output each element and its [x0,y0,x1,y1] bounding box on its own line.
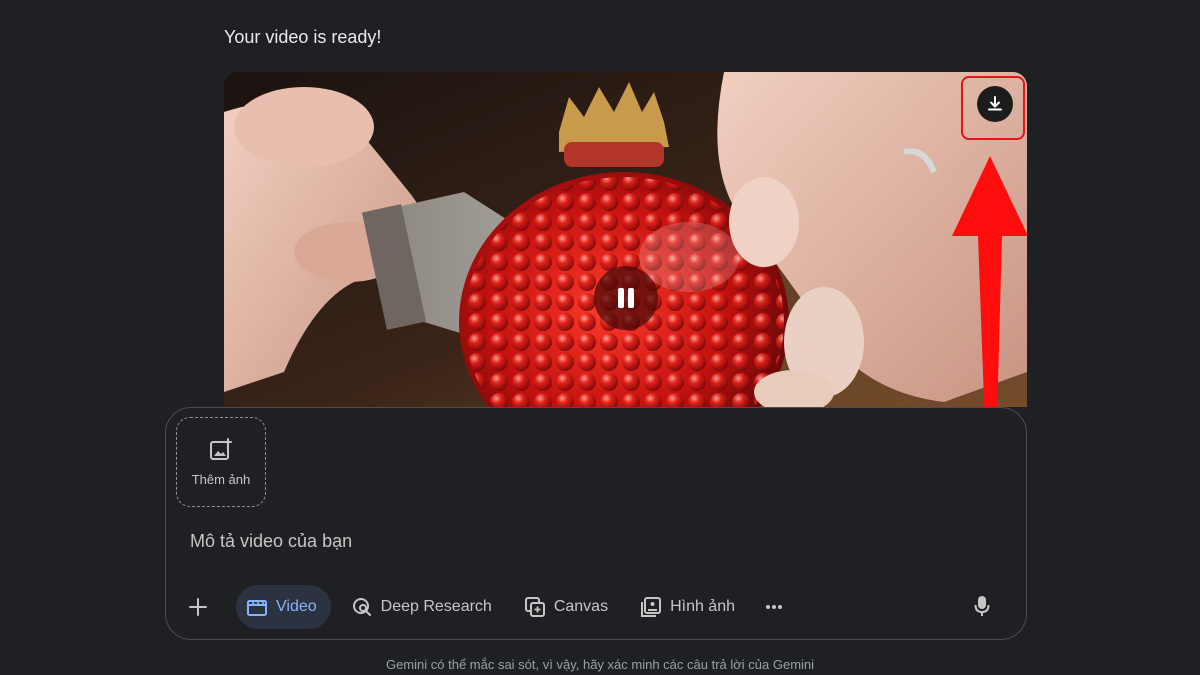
prompt-input[interactable] [188,526,992,556]
tool-deep-research[interactable]: Deep Research [339,585,504,629]
tool-canvas[interactable]: Canvas [512,585,620,629]
status-message: Your video is ready! [224,27,382,47]
canvas-icon [524,597,545,617]
add-photo-icon [210,437,232,460]
add-image-label: Thêm ảnh [191,471,251,487]
download-highlight-box [961,76,1025,140]
video-clapper-icon [247,600,267,616]
microphone-button[interactable] [964,584,1000,628]
tool-video[interactable]: Video [236,585,331,629]
tool-deep-research-label: Deep Research [380,598,492,615]
composer-toolbar: Video Deep Research Canvas Hình ảnh [180,584,1012,630]
disclaimer-text: Gemini có thể mắc sai sót, vì vậy, hãy x… [385,657,815,672]
microphone-icon [974,596,990,616]
pause-button[interactable] [594,266,658,330]
pause-icon [618,288,634,308]
add-image-button[interactable]: Thêm ảnh [176,417,266,507]
tool-video-label: Video [276,598,317,615]
more-tools-button[interactable] [755,585,801,629]
tool-canvas-label: Canvas [553,598,609,615]
video-player[interactable] [224,72,1027,407]
prompt-composer: Thêm ảnh Video Deep Research [165,407,1027,640]
more-horizontal-icon [766,605,782,609]
add-button[interactable] [180,585,224,629]
plus-icon [189,598,207,616]
tool-images-label: Hình ảnh [670,598,735,615]
tool-images[interactable]: Hình ảnh [628,585,747,629]
deep-research-icon [352,598,371,616]
video-frame [224,72,1027,407]
image-gallery-icon [641,597,662,617]
